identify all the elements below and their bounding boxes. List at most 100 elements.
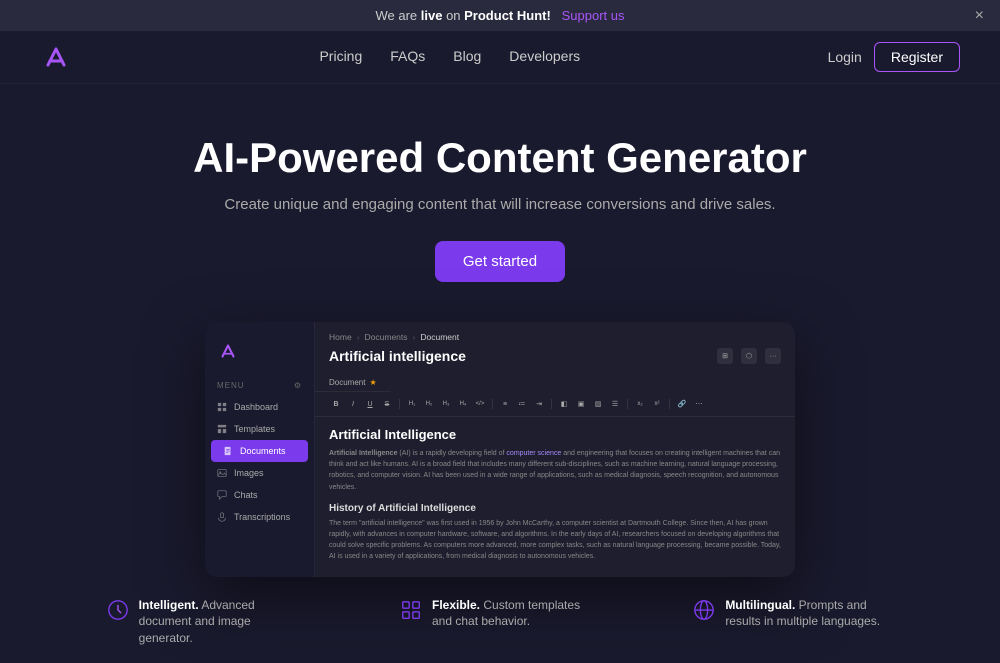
sidebar-item-transcriptions[interactable]: Transcriptions <box>205 506 314 528</box>
sidebar-menu-label: MENU ⚙ <box>205 381 314 396</box>
hero-subtitle: Create unique and engaging content that … <box>20 196 980 213</box>
breadcrumb: Home › Documents › Document <box>315 322 795 346</box>
document-toolbar: B I U S H₁ H₂ H₃ H₄ </> ≡ ≔ ⇥ ◧ ▣ ▨ ☰ <box>315 392 795 417</box>
toolbar-bold[interactable]: B <box>329 397 343 411</box>
toolbar-ul[interactable]: ≡ <box>498 397 512 411</box>
breadcrumb-sep2: › <box>413 332 416 342</box>
toolbar-code[interactable]: </> <box>473 397 487 411</box>
toolbar-link[interactable]: 🔗 <box>675 397 689 411</box>
app-window: MENU ⚙ Dashboard Templates <box>205 322 795 577</box>
toolbar-h1[interactable]: H₁ <box>405 397 419 411</box>
toolbar-sep-5 <box>669 399 670 409</box>
nav-links: Pricing FAQs Blog Developers <box>319 48 580 66</box>
get-started-button[interactable]: Get started <box>435 241 565 282</box>
nav-logo <box>40 41 72 73</box>
sidebar-images-label: Images <box>234 468 264 478</box>
toolbar-indent[interactable]: ⇥ <box>532 397 546 411</box>
chats-icon <box>217 490 227 500</box>
breadcrumb-documents[interactable]: Documents <box>365 332 408 342</box>
announcement-text: We are live on Product Hunt! Support us <box>375 8 624 23</box>
transcriptions-icon <box>217 512 227 522</box>
announcement-bar: We are live on Product Hunt! Support us … <box>0 0 1000 31</box>
document-tab[interactable]: Document ★ <box>315 374 391 392</box>
feature-flexible-text: Flexible. Custom templates and chat beha… <box>432 597 600 631</box>
documents-icon <box>223 446 233 456</box>
toolbar-h4[interactable]: H₄ <box>456 397 470 411</box>
flexible-icon <box>400 599 422 621</box>
toolbar-italic[interactable]: I <box>346 397 360 411</box>
toolbar-align-justify[interactable]: ☰ <box>608 397 622 411</box>
toolbar-align-right[interactable]: ▨ <box>591 397 605 411</box>
feature-multilingual-text: Multilingual. Prompts and results in mul… <box>725 597 893 631</box>
toolbar-align-left[interactable]: ◧ <box>557 397 571 411</box>
toolbar-superscript[interactable]: x² <box>650 397 664 411</box>
nav-link-blog[interactable]: Blog <box>453 48 481 64</box>
nav-link-faqs[interactable]: FAQs <box>390 48 425 64</box>
sidebar-chats-label: Chats <box>234 490 258 500</box>
toolbar-sep-3 <box>551 399 552 409</box>
doc-tab-star: ★ <box>369 378 376 387</box>
feature-intelligent-title: Intelligent. <box>139 598 199 612</box>
hero-title: AI-Powered Content Generator <box>20 134 980 182</box>
nav-link-developers[interactable]: Developers <box>509 48 580 64</box>
toolbar-more[interactable]: ⋯ <box>692 397 706 411</box>
login-button[interactable]: Login <box>828 49 862 65</box>
feature-item-flexible: Flexible. Custom templates and chat beha… <box>400 597 600 647</box>
doc-action-btn-1[interactable]: ⊞ <box>717 348 733 364</box>
sidebar-transcriptions-label: Transcriptions <box>234 512 290 522</box>
sidebar-item-documents[interactable]: Documents <box>211 440 308 462</box>
register-button[interactable]: Register <box>874 42 960 72</box>
doc-content-para1: Artificial Intelligence (AI) is a rapidl… <box>329 448 781 493</box>
toolbar-subscript[interactable]: x₂ <box>633 397 647 411</box>
multilingual-icon <box>693 599 715 621</box>
toolbar-underline[interactable]: U <box>363 397 377 411</box>
doc-content-heading: Artificial Intelligence <box>329 427 781 442</box>
announcement-link[interactable]: Support us <box>562 8 625 23</box>
doc-action-btn-2[interactable]: ⬡ <box>741 348 757 364</box>
intelligent-icon <box>107 599 129 621</box>
toolbar-sep-4 <box>627 399 628 409</box>
toolbar-h2[interactable]: H₂ <box>422 397 436 411</box>
hero-section: AI-Powered Content Generator Create uniq… <box>0 84 1000 312</box>
sidebar-settings-icon[interactable]: ⚙ <box>294 381 302 390</box>
sidebar-documents-label: Documents <box>240 446 286 456</box>
sidebar-logo-icon <box>217 340 239 362</box>
breadcrumb-current: Document <box>420 332 459 342</box>
document-main: Home › Documents › Document Artificial i… <box>315 322 795 577</box>
doc-action-btn-more[interactable]: ··· <box>765 348 781 364</box>
images-icon <box>217 468 227 478</box>
announcement-close-button[interactable]: × <box>975 8 984 24</box>
toolbar-sep-2 <box>492 399 493 409</box>
feature-intelligent-text: Intelligent. Advanced document and image… <box>139 597 307 647</box>
nav-link-pricing[interactable]: Pricing <box>319 48 362 64</box>
sidebar-item-images[interactable]: Images <box>205 462 314 484</box>
announcement-live-text: live <box>421 8 443 23</box>
toolbar-h3[interactable]: H₃ <box>439 397 453 411</box>
sidebar-logo <box>205 332 314 381</box>
doc-tab-label: Document <box>329 378 365 387</box>
breadcrumb-home[interactable]: Home <box>329 332 352 342</box>
toolbar-ol[interactable]: ≔ <box>515 397 529 411</box>
feature-item-intelligent: Intelligent. Advanced document and image… <box>107 597 307 647</box>
doc-content-para2: The term "artificial intelligence" was f… <box>329 518 781 563</box>
doc-history-heading: History of Artificial Intelligence <box>329 503 781 514</box>
toolbar-sep-1 <box>399 399 400 409</box>
sidebar-dashboard-label: Dashboard <box>234 402 278 412</box>
navbar: Pricing FAQs Blog Developers Login Regis… <box>0 31 1000 84</box>
sidebar: MENU ⚙ Dashboard Templates <box>205 322 315 577</box>
feature-item-multilingual: Multilingual. Prompts and results in mul… <box>693 597 893 647</box>
toolbar-strike[interactable]: S <box>380 397 394 411</box>
features-footer: Intelligent. Advanced document and image… <box>0 581 1000 663</box>
toolbar-align-center[interactable]: ▣ <box>574 397 588 411</box>
templates-icon <box>217 424 227 434</box>
app-preview: MENU ⚙ Dashboard Templates <box>0 322 1000 577</box>
sidebar-templates-label: Templates <box>234 424 275 434</box>
document-title-bar: Artificial intelligence ⊞ ⬡ ··· <box>315 346 795 372</box>
sidebar-item-dashboard[interactable]: Dashboard <box>205 396 314 418</box>
sidebar-item-templates[interactable]: Templates <box>205 418 314 440</box>
sidebar-item-chats[interactable]: Chats <box>205 484 314 506</box>
document-body: Artificial Intelligence Artificial Intel… <box>315 417 795 577</box>
logo-icon <box>40 41 72 73</box>
feature-flexible-title: Flexible. <box>432 598 480 612</box>
feature-multilingual-title: Multilingual. <box>725 598 795 612</box>
